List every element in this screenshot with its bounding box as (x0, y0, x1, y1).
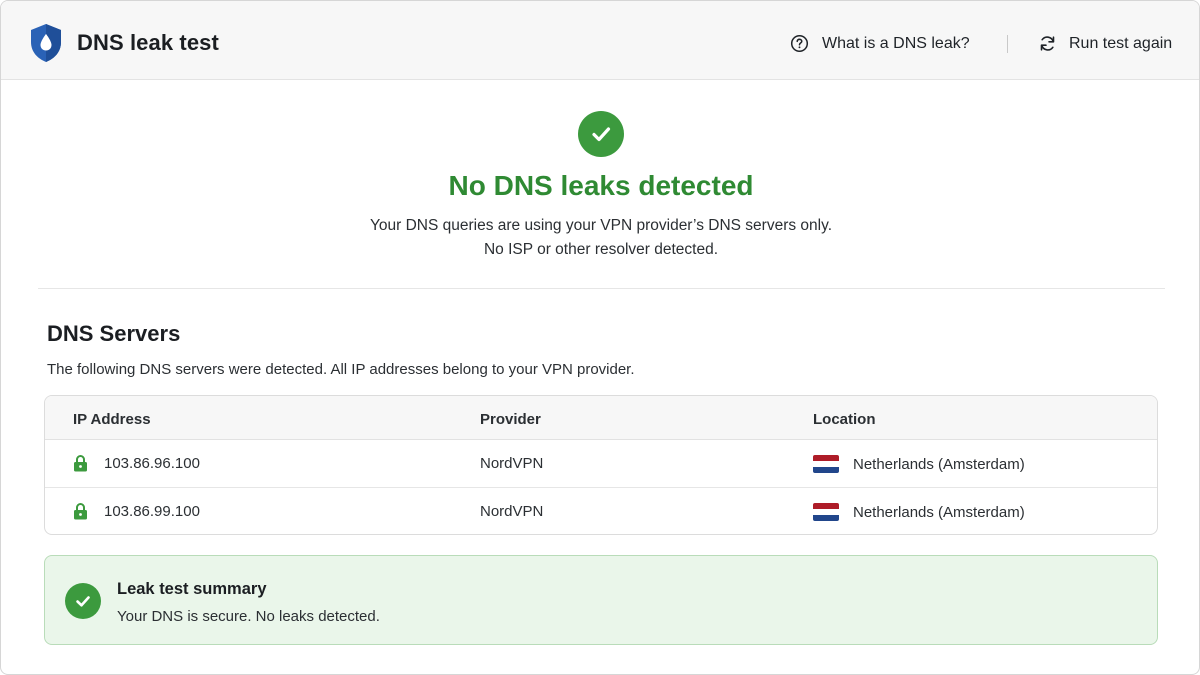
brand: DNS leak test (29, 23, 219, 63)
column-ip-address: IP Address (73, 411, 151, 428)
netherlands-flag-icon (813, 503, 839, 521)
provider-cell: NordVPN (480, 455, 544, 472)
question-circle-icon (790, 34, 809, 53)
refresh-icon (1040, 36, 1055, 51)
location-cell: Netherlands (Amsterdam) (813, 503, 1025, 521)
ip-cell: 103.86.96.100 (73, 454, 200, 472)
summary-text: Your DNS is secure. No leaks detected. (117, 608, 380, 625)
header-divider (1007, 35, 1008, 53)
summary-title: Leak test summary (117, 580, 267, 598)
result-description: Your DNS queries are using your VPN prov… (1, 214, 1199, 262)
run-test-again-label: Run test again (1069, 34, 1173, 52)
what-is-dns-leak-link[interactable]: What is a DNS leak? (790, 34, 970, 53)
dns-servers-table: IP Address Provider Location 103.86.96.1… (44, 395, 1158, 535)
app-window: DNS leak test What is a DNS leak? Run te… (0, 0, 1200, 675)
ip-address: 103.86.99.100 (104, 503, 200, 520)
header-bar: DNS leak test What is a DNS leak? Run te… (1, 1, 1199, 80)
location: Netherlands (Amsterdam) (853, 503, 1025, 521)
lock-icon (74, 454, 87, 471)
shield-droplet-icon (31, 24, 61, 62)
result-line-2: No ISP or other resolver detected. (483, 241, 719, 258)
table-row: 103.86.99.100 NordVPN Netherlands (Amste… (45, 487, 1157, 534)
netherlands-flag-icon (813, 455, 839, 473)
table-header: IP Address Provider Location (45, 396, 1157, 440)
location: Netherlands (Amsterdam) (853, 455, 1025, 473)
leak-test-summary: Leak test summary Your DNS is secure. No… (44, 555, 1158, 645)
ip-address: 103.86.96.100 (104, 455, 200, 472)
ip-cell: 103.86.99.100 (73, 502, 200, 520)
location-cell: Netherlands (Amsterdam) (813, 455, 1025, 473)
provider-cell: NordVPN (480, 503, 544, 520)
result-title: No DNS leaks detected (448, 170, 754, 201)
column-location: Location (813, 411, 876, 428)
run-test-again-button[interactable]: Run test again (1038, 34, 1172, 53)
summary-check-icon (65, 583, 101, 619)
dns-servers-description: The following DNS servers were detected.… (47, 361, 635, 378)
lock-icon (74, 502, 87, 519)
result-line-1: Your DNS queries are using your VPN prov… (369, 217, 833, 234)
table-row: 103.86.96.100 NordVPN Netherlands (Amste… (45, 440, 1157, 487)
help-link-label: What is a DNS leak? (822, 34, 970, 52)
dns-servers-heading: DNS Servers (47, 321, 181, 346)
column-provider: Provider (480, 411, 541, 428)
app-title: DNS leak test (77, 30, 219, 55)
success-check-icon (578, 111, 624, 157)
section-divider (38, 288, 1165, 289)
